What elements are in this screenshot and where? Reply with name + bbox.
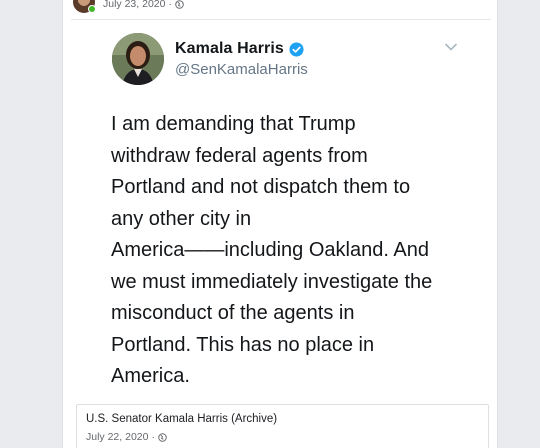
online-status-dot <box>88 5 96 13</box>
meta-separator: · <box>168 0 172 10</box>
avatar-photo-icon <box>112 33 164 85</box>
tweet-screenshot[interactable]: Kamala Harris @SenKamalaHarris I am dema… <box>71 19 491 397</box>
tweet-line: withdraw federal agents from <box>111 144 368 167</box>
verified-icon <box>289 41 304 57</box>
tweet-body: I am demanding that Trump withdraw feder… <box>111 109 471 393</box>
link-preview[interactable]: U.S. Senator Kamala Harris (Archive) Jul… <box>76 404 489 448</box>
facebook-post-card: July 23, 2020 · Kamala Harris @SenKamala… <box>62 0 498 448</box>
page: July 23, 2020 · Kamala Harris @SenKamala… <box>0 0 540 448</box>
poster-avatar[interactable] <box>73 0 96 13</box>
tweet-author-name: Kamala Harris <box>175 40 284 57</box>
tweet-avatar <box>112 33 164 85</box>
tweet-line: misconduct of the agents in <box>111 302 355 324</box>
tweet-name-row: Kamala Harris <box>175 40 304 58</box>
globe-icon <box>158 432 167 442</box>
post-meta: July 23, 2020 · <box>103 0 184 10</box>
link-preview-meta: July 22, 2020 · <box>86 431 479 443</box>
meta-separator: · <box>151 431 155 443</box>
tweet-line: any other city in <box>111 207 252 230</box>
tweet-line: Portland. This has no place in <box>111 333 375 356</box>
tweet-line: we must immediately investigate the <box>111 270 433 293</box>
post-date[interactable]: July 23, 2020 <box>103 0 165 10</box>
globe-icon <box>175 0 184 9</box>
tweet-line: America——including Oakland. And <box>111 239 429 261</box>
link-preview-title[interactable]: U.S. Senator Kamala Harris (Archive) <box>86 411 479 427</box>
post-header: July 23, 2020 · <box>73 0 373 14</box>
tweet-line: I am demanding that Trump <box>111 113 356 135</box>
tweet-handle: @SenKamalaHarris <box>175 61 308 78</box>
tweet-line: America. <box>111 365 190 387</box>
link-preview-date[interactable]: July 22, 2020 <box>86 431 148 443</box>
chevron-down-icon <box>444 43 458 51</box>
tweet-line: Portland and not dispatch them to <box>111 176 411 198</box>
